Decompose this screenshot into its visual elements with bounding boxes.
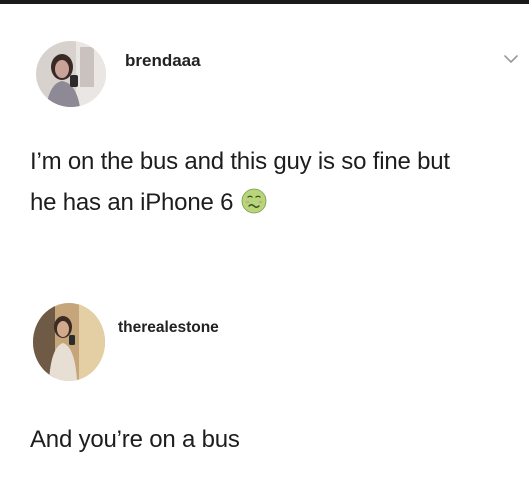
username[interactable]: brendaaa: [125, 51, 201, 71]
chevron-down-icon[interactable]: [503, 52, 519, 66]
nauseated-face-icon: [241, 188, 267, 214]
username[interactable]: therealestone: [118, 319, 219, 337]
avatar[interactable]: [36, 41, 106, 107]
avatar[interactable]: [33, 303, 105, 381]
post-text: And you’re on a bus: [30, 419, 525, 460]
post-brendaaa: brendaaa I’m on the bus and this guy is …: [0, 0, 529, 250]
post-text: I’m on the bus and this guy is so fine b…: [30, 141, 525, 223]
post-text-line: he has an iPhone 6: [30, 189, 234, 216]
post-text-line: I’m on the bus and this guy is so fine b…: [30, 148, 450, 175]
post-text-line: And you’re on a bus: [30, 426, 240, 453]
